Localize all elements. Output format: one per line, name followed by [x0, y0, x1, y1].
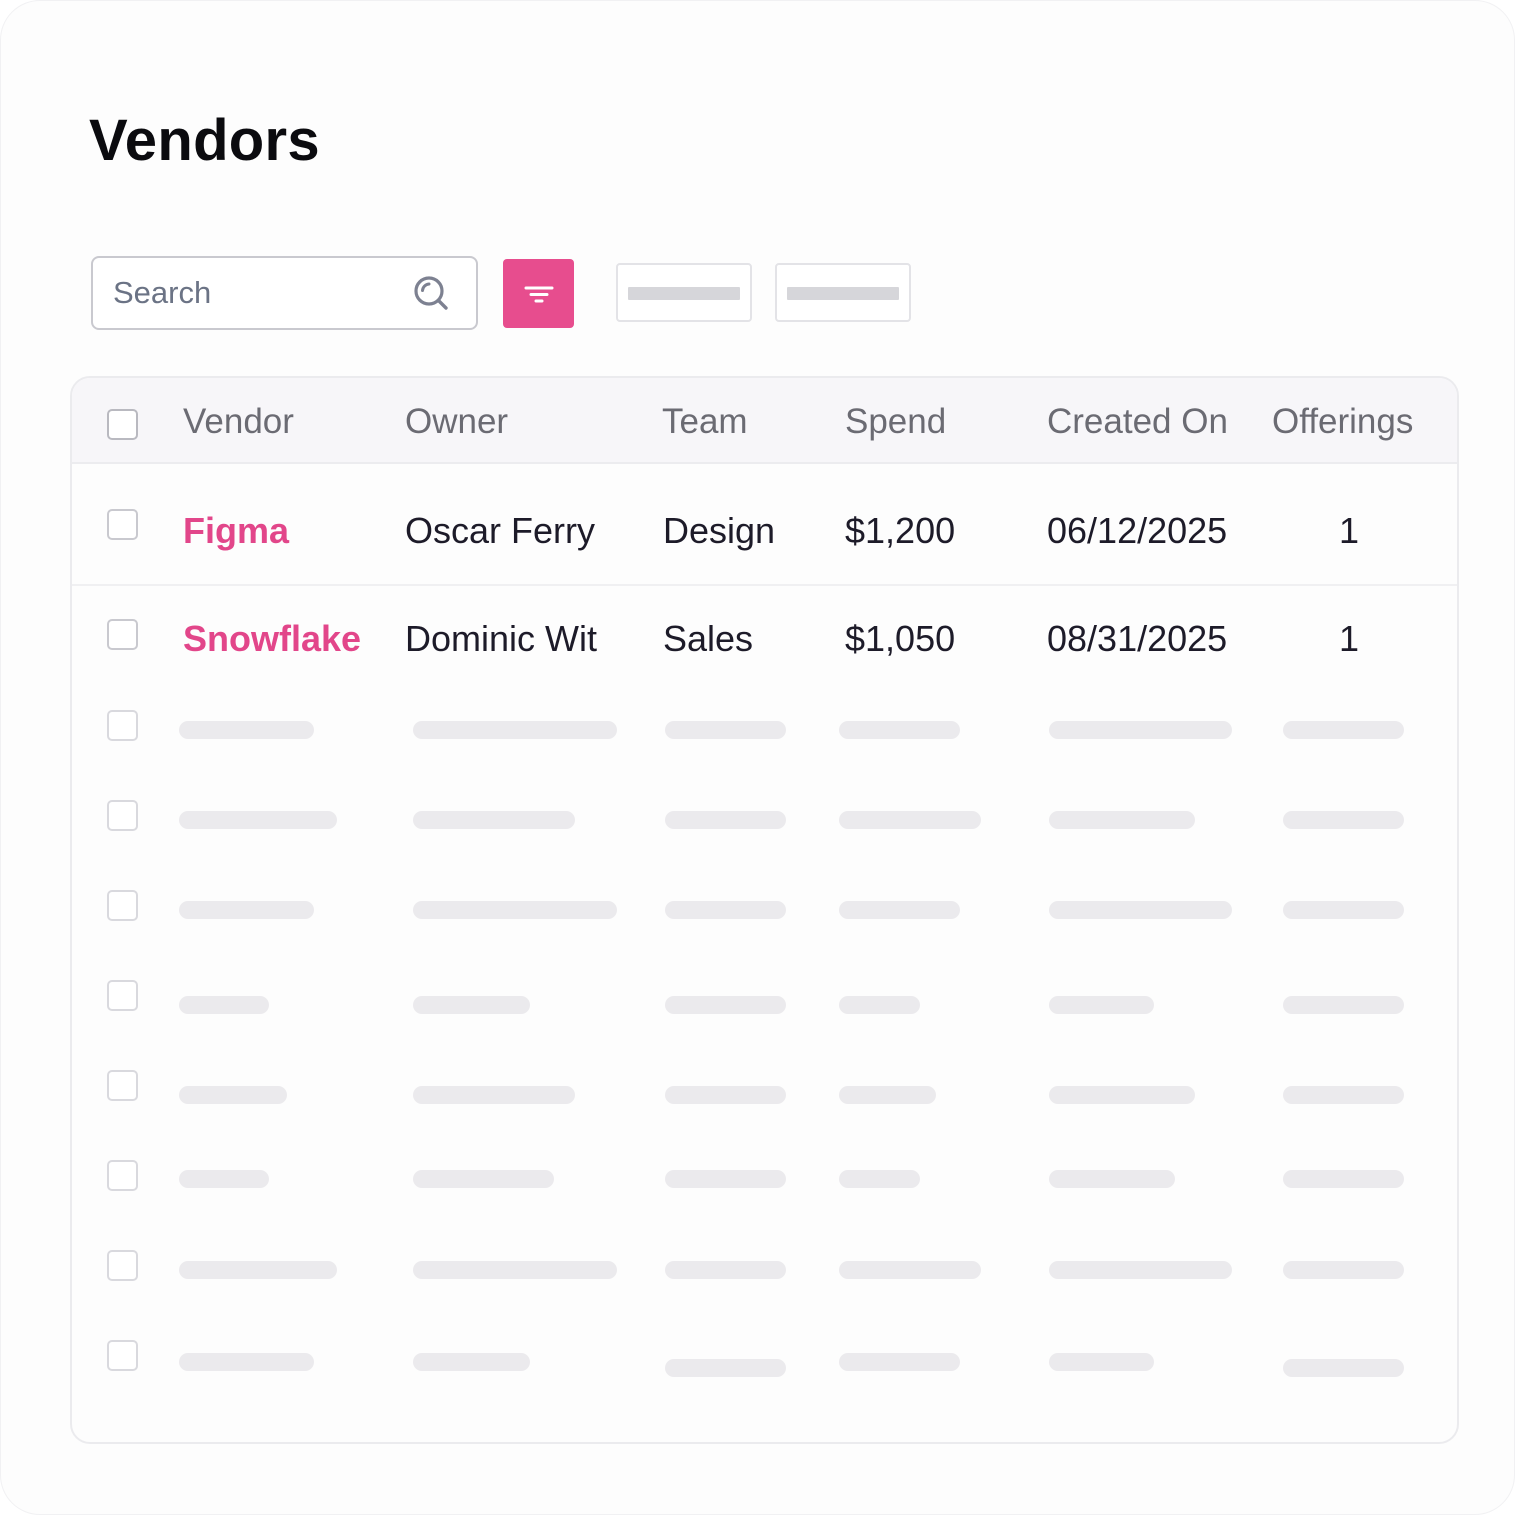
toolbar-button-placeholder[interactable] [775, 263, 911, 322]
skeleton-row [72, 1340, 1457, 1380]
row-checkbox[interactable] [107, 1160, 138, 1191]
column-header-owner[interactable]: Owner [405, 402, 508, 442]
skeleton-row [72, 1160, 1457, 1200]
owner-cell: Dominic Wit [405, 618, 598, 659]
column-header-created-on[interactable]: Created On [1047, 402, 1228, 442]
skeleton-row [72, 800, 1457, 840]
table-row[interactable]: Figma Oscar Ferry Design $1,200 06/12/20… [72, 466, 1457, 586]
search-input[interactable] [113, 272, 393, 314]
table-row[interactable]: Snowflake Dominic Wit Sales $1,050 08/31… [72, 588, 1457, 688]
toolbar-button-placeholder[interactable] [616, 263, 752, 322]
table-header: Vendor Owner Team Spend Created On Offer… [72, 378, 1457, 464]
row-checkbox[interactable] [107, 710, 138, 741]
created-on-cell: 06/12/2025 [1047, 510, 1228, 551]
vendor-link[interactable]: Figma [183, 510, 289, 552]
search-box[interactable] [91, 256, 478, 330]
row-checkbox[interactable] [107, 1250, 138, 1281]
row-checkbox[interactable] [107, 619, 138, 650]
page-title: Vendors [89, 108, 320, 173]
spend-cell: $1,200 [845, 510, 956, 551]
row-checkbox[interactable] [107, 1070, 138, 1101]
offerings-cell: 1 [1338, 618, 1360, 659]
filter-icon [524, 286, 554, 303]
column-header-team[interactable]: Team [662, 402, 748, 442]
row-checkbox[interactable] [107, 890, 138, 921]
search-icon[interactable] [411, 273, 451, 313]
vendors-table: Vendor Owner Team Spend Created On Offer… [70, 376, 1459, 1444]
spend-cell: $1,050 [845, 618, 956, 659]
skeleton-row [72, 1250, 1457, 1290]
column-header-vendor[interactable]: Vendor [183, 402, 294, 442]
row-checkbox[interactable] [107, 509, 138, 540]
select-all-checkbox[interactable] [107, 409, 138, 440]
row-checkbox[interactable] [107, 1340, 138, 1371]
skeleton-row [72, 710, 1457, 750]
vendor-link[interactable]: Snowflake [183, 618, 361, 660]
owner-cell: Oscar Ferry [405, 510, 596, 551]
row-checkbox[interactable] [107, 800, 138, 831]
team-cell: Sales [663, 618, 754, 659]
column-header-spend[interactable]: Spend [845, 402, 946, 442]
team-cell: Design [663, 510, 776, 551]
skeleton-row [72, 890, 1457, 930]
column-header-offerings[interactable]: Offerings [1272, 402, 1413, 442]
skeleton-row [72, 1070, 1457, 1110]
page-frame: Vendors Vendor Owner Team Spend Created … [0, 0, 1515, 1515]
filter-button[interactable] [503, 259, 574, 328]
skeleton-row [72, 980, 1457, 1020]
offerings-cell: 1 [1338, 510, 1360, 551]
row-checkbox[interactable] [107, 980, 138, 1011]
created-on-cell: 08/31/2025 [1047, 618, 1228, 659]
